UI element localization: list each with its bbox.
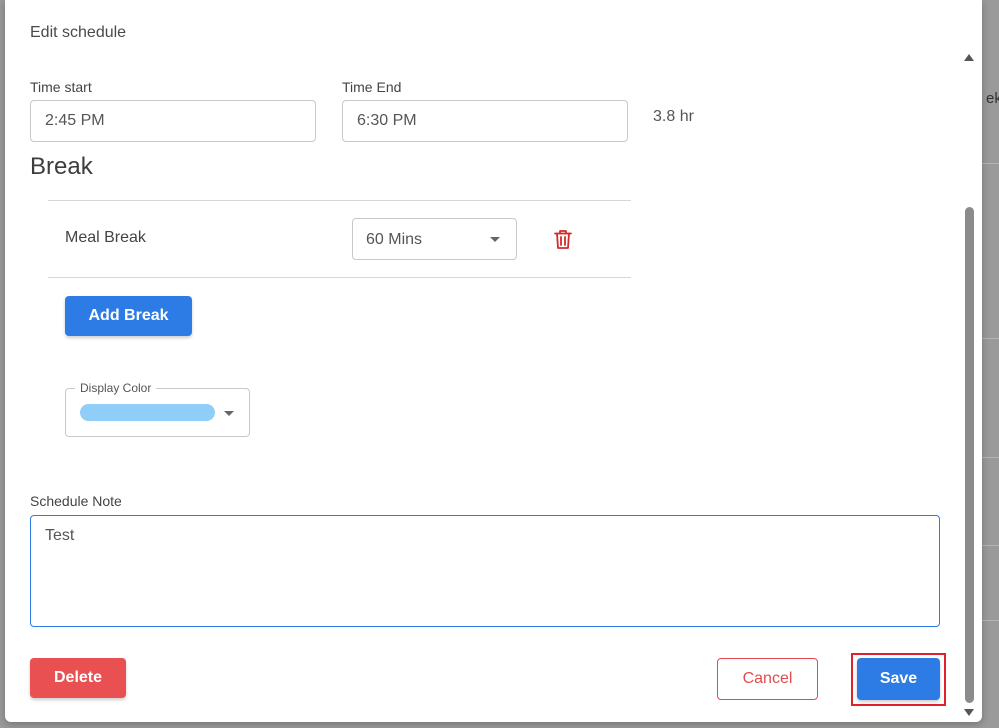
total-duration: 3.8 hr (653, 108, 694, 125)
color-swatch (80, 404, 215, 421)
display-color-select[interactable] (65, 388, 250, 437)
scrollbar-thumb[interactable] (965, 207, 974, 703)
break-heading: Break (30, 153, 93, 180)
break-duration-select[interactable]: 60 Mins (352, 218, 517, 260)
background-divider (982, 338, 999, 339)
chevron-down-icon (490, 237, 500, 242)
break-name: Meal Break (65, 229, 146, 246)
save-button[interactable]: Save (857, 658, 940, 700)
chevron-down-icon (224, 411, 234, 416)
time-start-label: Time start (30, 79, 92, 95)
background-divider (982, 163, 999, 164)
time-end-label: Time End (342, 79, 402, 95)
scroll-down-arrow-icon[interactable] (964, 709, 974, 716)
time-end-input[interactable]: 6:30 PM (342, 100, 628, 142)
break-duration-value: 60 Mins (366, 231, 423, 248)
time-start-input[interactable]: 2:45 PM (30, 100, 316, 142)
break-divider-bottom (48, 277, 631, 278)
trash-icon[interactable] (552, 228, 574, 250)
edit-schedule-dialog: Edit schedule Time start 2:45 PM Time En… (5, 0, 982, 722)
dialog-title: Edit schedule (30, 24, 127, 41)
background-peek-text: ek (986, 90, 999, 107)
display-color-label: Display Color (75, 381, 157, 395)
schedule-note-label: Schedule Note (30, 493, 122, 509)
background-divider (982, 457, 999, 458)
background-divider (982, 545, 999, 546)
break-divider-top (48, 200, 631, 201)
scroll-up-arrow-icon[interactable] (964, 54, 974, 61)
add-break-button[interactable]: Add Break (65, 296, 192, 336)
schedule-note-textarea[interactable]: Test (30, 515, 940, 627)
background-divider (982, 620, 999, 621)
cancel-button[interactable]: Cancel (717, 658, 818, 700)
delete-button[interactable]: Delete (30, 658, 126, 698)
